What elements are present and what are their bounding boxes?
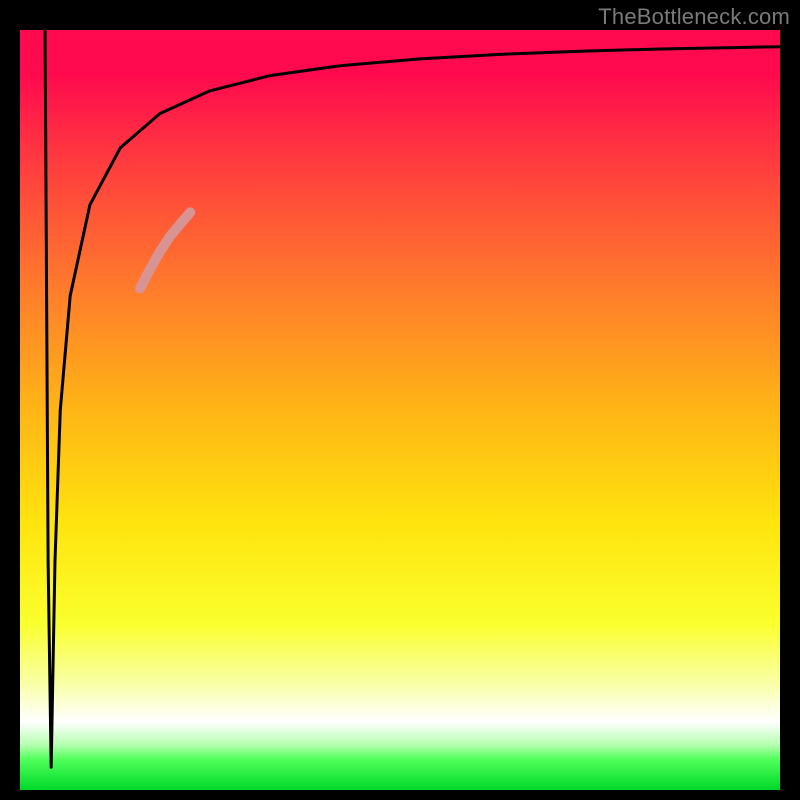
chart-plot-area <box>20 30 780 790</box>
chart-svg <box>20 30 780 790</box>
main-curve <box>45 30 780 767</box>
watermark-label: TheBottleneck.com <box>598 4 790 30</box>
highlight-segment <box>140 212 190 288</box>
chart-frame: TheBottleneck.com <box>0 0 800 800</box>
